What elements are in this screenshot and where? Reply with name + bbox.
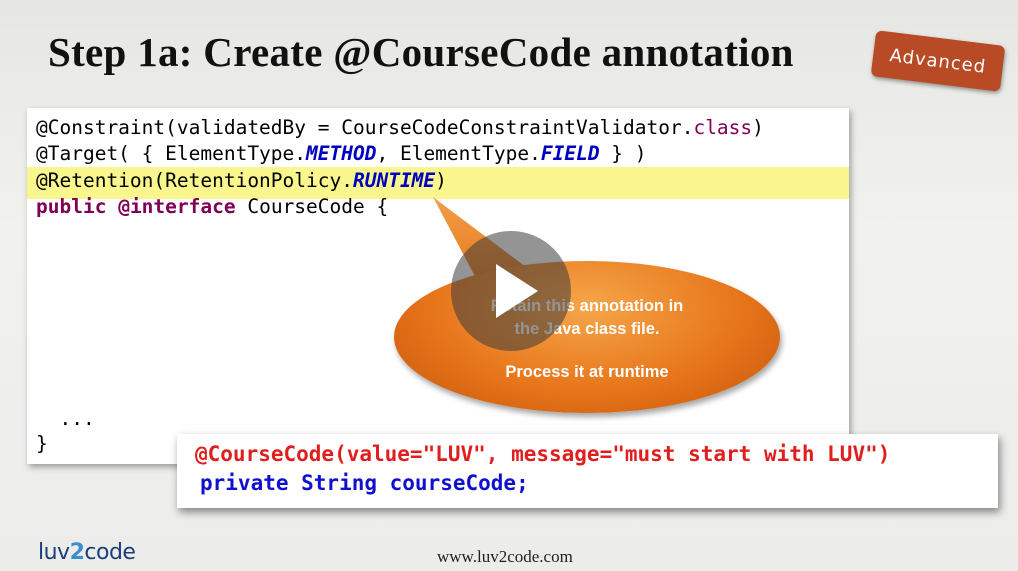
code-enum: FIELD — [540, 142, 600, 165]
slide-title: Step 1a: Create @CourseCode annotation — [48, 29, 794, 75]
code-text: } ) — [599, 142, 647, 165]
code-keyword: @interface — [118, 195, 236, 218]
code-line-interface: public @interface CourseCode { — [36, 194, 388, 220]
callout-text-line2: the Java class file. — [514, 320, 660, 338]
code-text: ) — [752, 116, 764, 139]
advanced-badge: Advanced — [870, 30, 1006, 92]
code-line-constraint: @Constraint(validatedBy = CourseCodeCons… — [36, 115, 764, 141]
code-line-ellipsis: ... — [36, 407, 95, 430]
usage-field-line: private String courseCode; — [200, 471, 529, 495]
code-text: @Constraint(validatedBy = CourseCodeCons… — [36, 116, 694, 139]
code-line-retention: @Retention(RetentionPolicy.RUNTIME) — [36, 168, 447, 194]
code-keyword: class — [693, 116, 753, 139]
code-text: , ElementType. — [376, 142, 541, 165]
logo-text: luv — [38, 540, 70, 565]
code-text: @Retention(RetentionPolicy. — [36, 169, 353, 192]
code-keyword: public — [36, 195, 107, 218]
usage-panel: @CourseCode(value="LUV", message="must s… — [177, 434, 998, 508]
code-text: CourseCode { — [235, 195, 389, 218]
logo-text: code — [84, 540, 136, 565]
play-icon[interactable] — [451, 231, 571, 351]
footer-url: www.luv2code.com — [437, 547, 573, 566]
luv2code-logo: luv2code — [38, 540, 136, 565]
code-line-closing-brace: } — [36, 432, 48, 455]
code-enum: RUNTIME — [352, 169, 436, 192]
usage-annotation-line: @CourseCode(value="LUV", message="must s… — [195, 442, 891, 466]
code-text: ) — [435, 169, 447, 192]
code-line-target: @Target( { ElementType.METHOD, ElementTy… — [36, 141, 647, 167]
code-enum: METHOD — [306, 142, 377, 165]
callout-text-line3: Process it at runtime — [505, 363, 669, 381]
code-text: @Target( { ElementType. — [36, 142, 307, 165]
logo-two: 2 — [69, 540, 85, 565]
